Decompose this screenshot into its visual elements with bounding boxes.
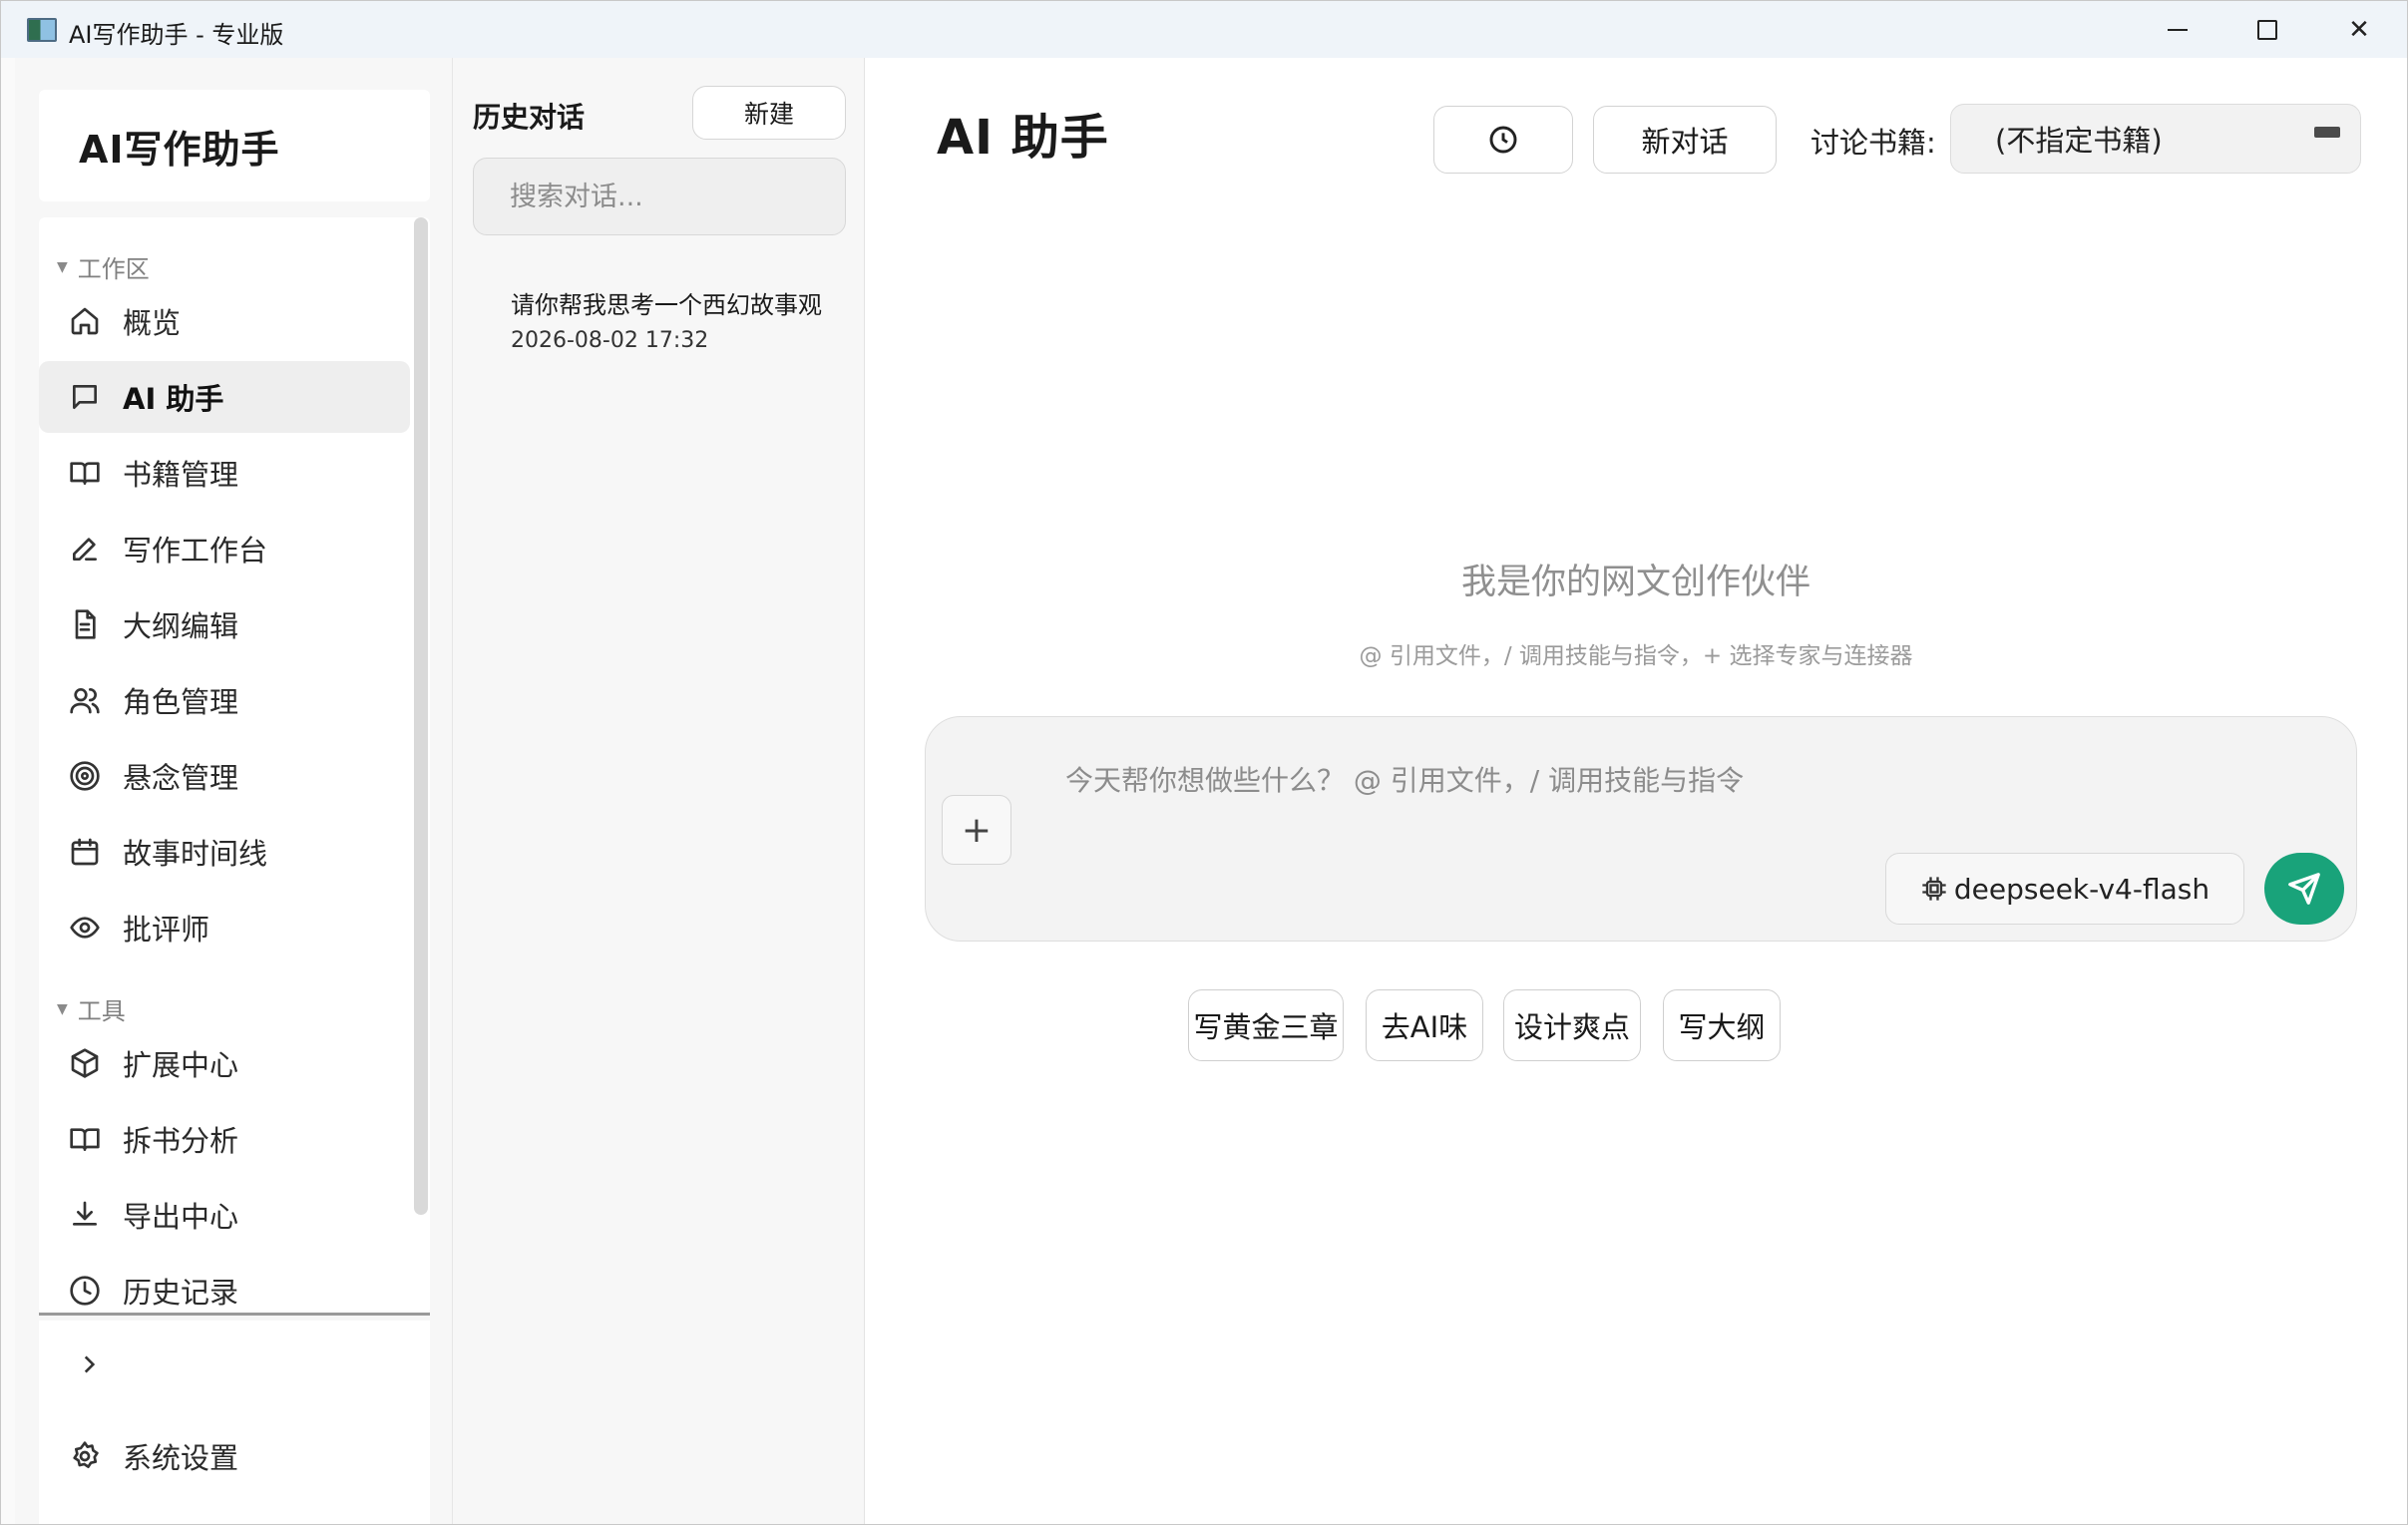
caret-down-icon: ▼ [57,1000,68,1017]
maximize-icon [2257,19,2277,40]
sidebar-item-extensions[interactable]: 扩展中心 [39,1027,410,1099]
sidebar-item-label: 大纲编辑 [123,609,239,643]
new-chat-button[interactable]: 新对话 [1593,106,1777,174]
caret-down-icon: ▼ [57,258,68,275]
settings-label: 系统设置 [123,1441,239,1475]
book-open-icon [69,1123,101,1155]
section-workspace[interactable]: ▼ 工作区 [57,249,150,284]
sidebar-item-suspense[interactable]: 悬念管理 [39,740,410,812]
sidebar-item-label: 历史记录 [123,1276,239,1310]
message-composer: 今天帮你想做些什么？ @ 引用文件，/ 调用技能与指令 + deepseek-v… [925,716,2357,942]
sidebar-item-characters[interactable]: 角色管理 [39,664,410,736]
sidebar-footer: 系统设置 [39,1321,430,1524]
close-icon: ✕ [2348,14,2370,45]
sidebar-item-label: 导出中心 [123,1200,239,1234]
sidebar: AI写作助手 ▼ 工作区 概览 AI 助手 书籍管理 写作工作台 大纲编辑 角色… [15,58,454,1524]
history-panel: 历史对话 新建 请你帮我思考一个西幻故事观 2026-08-02 17:32 [452,58,865,1524]
sidebar-item-label: 写作工作台 [123,534,268,568]
chat-icon [69,381,101,413]
minimize-button[interactable] [2132,1,2223,58]
book-select[interactable]: (不指定书籍) [1950,104,2361,174]
history-item-title: 请你帮我思考一个西幻故事观 [511,291,822,319]
book-select-value: (不指定书籍) [1995,124,2163,158]
sidebar-item-book-analysis[interactable]: 拆书分析 [39,1103,410,1175]
users-icon [69,684,101,716]
history-item[interactable]: 请你帮我思考一个西幻故事观 2026-08-02 17:32 [473,285,846,375]
expand-sidebar-button[interactable] [69,1344,109,1384]
document-icon [69,608,101,640]
quick-action-highlights[interactable]: 设计爽点 [1503,989,1641,1061]
send-button[interactable] [2264,853,2344,925]
nav-panel: ▼ 工作区 概览 AI 助手 书籍管理 写作工作台 大纲编辑 角色管理 悬念管理… [39,217,430,1315]
sidebar-item-critic[interactable]: 批评师 [39,892,410,963]
sidebar-item-label: 拆书分析 [123,1124,239,1158]
book-label: 讨论书籍: [1810,126,1936,160]
app-icon [27,18,57,42]
brand-card: AI写作助手 [39,90,430,201]
sidebar-item-export[interactable]: 导出中心 [39,1179,410,1251]
sidebar-item-timeline[interactable]: 故事时间线 [39,816,410,888]
new-conversation-button[interactable]: 新建 [692,86,846,140]
eye-icon [69,912,101,944]
quick-action-golden-chapters[interactable]: 写黄金三章 [1188,989,1344,1061]
search-input[interactable] [510,181,845,212]
chip-icon [1922,877,1946,901]
sidebar-item-label: 书籍管理 [123,458,239,492]
sidebar-item-label: 批评师 [123,913,210,947]
sidebar-item-settings[interactable]: 系统设置 [39,1420,410,1492]
hero-subtitle: @ 引用文件，/ 调用技能与指令，+ 选择专家与连接器 [1359,643,1913,669]
pen-icon [69,533,101,565]
dropdown-icon [2314,127,2340,138]
sidebar-item-writing-desk[interactable]: 写作工作台 [39,513,410,584]
maximize-button[interactable] [2221,1,2313,58]
sidebar-scrollbar[interactable] [414,217,428,1215]
calendar-icon [69,836,101,868]
home-icon [69,305,101,337]
sidebar-item-label: 角色管理 [123,685,239,719]
chevron-right-icon [84,1355,96,1373]
section-tools[interactable]: ▼ 工具 [57,991,126,1026]
sidebar-item-label: 扩展中心 [123,1048,239,1082]
section-label: 工具 [77,997,126,1025]
search-conversations[interactable] [473,158,846,235]
target-icon [69,760,101,792]
model-name: deepseek-v4-flash [1953,872,2210,906]
history-title: 历史对话 [473,101,586,134]
main-area: AI 助手 新对话 讨论书籍: (不指定书籍) 我是你的网文创作伙伴 @ 引用文… [865,58,2407,1524]
app-window: AI写作助手 - 专业版 ✕ AI写作助手 ▼ 工作区 概览 AI 助手 书籍管… [0,0,2408,1525]
sidebar-item-ai-assistant[interactable]: AI 助手 [39,361,410,433]
divider [39,1313,430,1316]
sidebar-item-label: AI 助手 [123,382,224,416]
gear-icon [69,1440,101,1472]
minimize-icon [2168,28,2188,31]
sidebar-item-label: 概览 [123,306,182,340]
clock-icon [1489,126,1517,154]
add-attachment-button[interactable]: + [942,795,1011,865]
section-label: 工作区 [77,255,150,283]
sidebar-item-label: 故事时间线 [123,837,268,871]
page-title: AI 助手 [937,110,1109,166]
package-icon [69,1047,101,1079]
clock-icon [69,1275,101,1307]
sidebar-item-overview[interactable]: 概览 [39,285,410,357]
model-selector[interactable]: deepseek-v4-flash [1885,853,2244,925]
window-title: AI写作助手 - 专业版 [69,21,284,49]
quick-action-remove-ai[interactable]: 去AI味 [1366,989,1483,1061]
brand-title: AI写作助手 [79,127,280,172]
message-input[interactable]: 今天帮你想做些什么？ @ 引用文件，/ 调用技能与指令 [1065,759,2262,799]
title-bar: AI写作助手 - 专业版 ✕ [1,1,2407,58]
download-icon [69,1199,101,1231]
book-open-icon [69,457,101,489]
sidebar-item-outline[interactable]: 大纲编辑 [39,588,410,660]
quick-action-outline[interactable]: 写大纲 [1663,989,1781,1061]
history-item-time: 2026-08-02 17:32 [511,328,709,353]
history-toggle-button[interactable] [1433,106,1573,174]
sidebar-item-books[interactable]: 书籍管理 [39,437,410,509]
hero-title: 我是你的网文创作伙伴 [1460,563,1810,602]
sidebar-item-label: 悬念管理 [123,761,239,795]
sidebar-item-history[interactable]: 历史记录 [39,1255,410,1315]
plus-icon: + [961,809,993,851]
close-button[interactable]: ✕ [2313,1,2405,58]
send-icon [2288,873,2320,905]
